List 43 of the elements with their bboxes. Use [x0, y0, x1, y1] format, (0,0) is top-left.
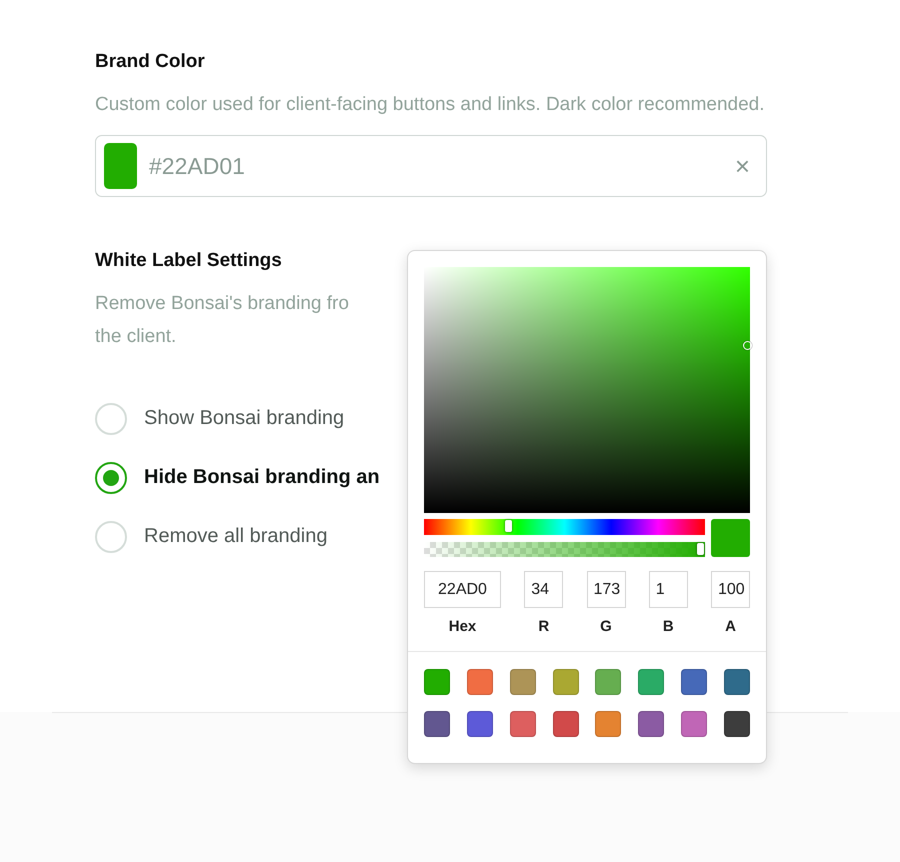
preset-swatch[interactable]: [638, 669, 664, 695]
radio-label[interactable]: Remove all branding: [144, 525, 328, 548]
alpha-slider[interactable]: [424, 542, 705, 557]
input-label: B: [662, 618, 674, 635]
input-label: A: [725, 618, 736, 635]
input-field[interactable]: 173: [586, 571, 626, 608]
preset-swatch[interactable]: [510, 711, 536, 737]
section-title: Brand Color: [95, 50, 206, 74]
slider-thumb[interactable]: [697, 543, 704, 555]
section-title: White Label Settings: [95, 249, 283, 273]
preset-swatch[interactable]: [552, 711, 579, 737]
input-field[interactable]: 34: [524, 571, 564, 608]
hue-slider[interactable]: [424, 519, 705, 535]
color-pointer[interactable]: [743, 341, 752, 350]
preset-swatch[interactable]: [681, 669, 708, 695]
radio-label[interactable]: Show Bonsai branding: [144, 407, 344, 430]
saturation-area[interactable]: [424, 267, 750, 513]
preset-swatch[interactable]: [424, 711, 450, 737]
preset-swatch[interactable]: [724, 711, 750, 737]
preset-swatch[interactable]: [638, 711, 664, 737]
preset-swatch[interactable]: [595, 669, 622, 695]
input-label: R: [538, 618, 550, 635]
input-field[interactable]: 22AD0: [424, 571, 501, 608]
color-swatch[interactable]: [104, 143, 137, 189]
input-label: G: [600, 618, 612, 635]
input-field[interactable]: 1: [648, 571, 688, 608]
preset-swatch[interactable]: [681, 711, 708, 737]
radio-button[interactable]: [95, 462, 127, 494]
input-field[interactable]: 100: [711, 571, 750, 608]
section-description: Remove Bonsai's branding fro: [95, 292, 349, 316]
input-label: Hex: [448, 618, 476, 635]
preset-swatch[interactable]: [466, 711, 493, 737]
slider-thumb[interactable]: [504, 520, 512, 532]
section-description: Custom color used for client-facing buttons and links. Dark color recommended.: [95, 93, 766, 117]
section-description: the client.: [95, 325, 176, 349]
preset-swatch[interactable]: [424, 669, 450, 695]
color-value: #22AD01: [149, 152, 246, 180]
preset-swatch[interactable]: [466, 669, 493, 695]
radio-label[interactable]: Hide Bonsai branding an: [144, 466, 380, 489]
preset-swatch[interactable]: [552, 669, 579, 695]
preset-swatch[interactable]: [724, 669, 750, 695]
preset-swatch[interactable]: [510, 669, 536, 695]
preset-swatch[interactable]: [595, 711, 622, 737]
